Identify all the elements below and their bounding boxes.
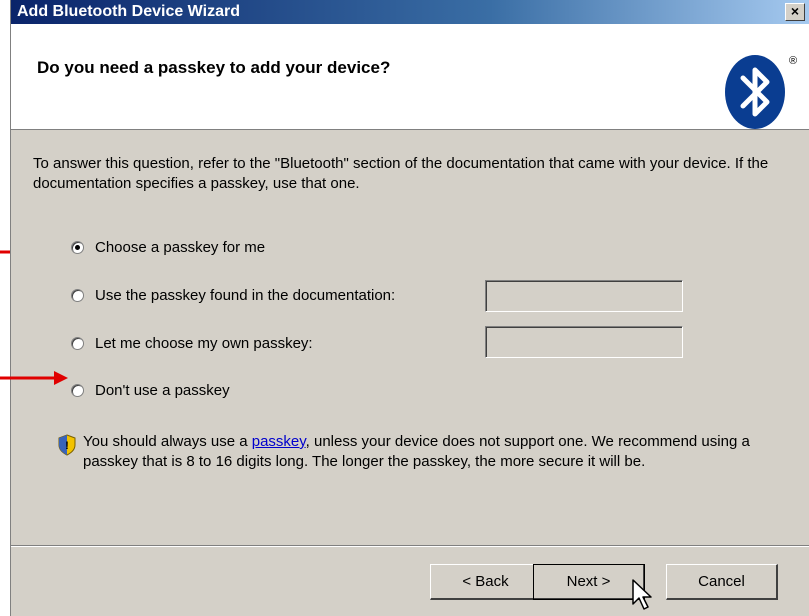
annotation-arrow-2 xyxy=(0,371,68,385)
option-label: Use the passkey found in the documentati… xyxy=(95,286,396,304)
page-title: Do you need a passkey to add your device… xyxy=(37,58,391,77)
mouse-cursor-icon xyxy=(632,579,652,610)
next-button[interactable]: Next > xyxy=(533,564,645,600)
passkey-info: ! You should always use a passkey, unles… xyxy=(57,432,757,472)
radio-button[interactable] xyxy=(71,336,84,350)
option-label: Don't use a passkey xyxy=(95,381,230,399)
info-text-start: You should always use a xyxy=(83,433,252,450)
back-button[interactable]: < Back xyxy=(430,564,542,600)
svg-text:!: ! xyxy=(65,440,69,452)
option-choose-passkey[interactable]: Choose a passkey for me xyxy=(71,235,265,259)
trademark-symbol: ® xyxy=(789,55,797,67)
title-bar: Add Bluetooth Device Wizard × xyxy=(11,0,809,24)
bluetooth-logo-icon: ® xyxy=(725,55,797,129)
window-title: Add Bluetooth Device Wizard xyxy=(17,3,240,20)
close-button[interactable]: × xyxy=(785,3,805,21)
option-label: Choose a passkey for me xyxy=(95,238,266,256)
option-own-passkey[interactable]: Let me choose my own passkey: xyxy=(71,331,313,355)
button-divider xyxy=(11,545,809,547)
wizard-header: Do you need a passkey to add your device… xyxy=(11,24,809,130)
radio-button-checked[interactable] xyxy=(71,240,84,254)
wizard-content: To answer this question, refer to the "B… xyxy=(11,130,809,530)
own-passkey-field[interactable] xyxy=(485,326,683,358)
info-text: You should always use a passkey, unless … xyxy=(83,432,757,472)
security-shield-icon: ! xyxy=(58,434,76,456)
cancel-button[interactable]: Cancel xyxy=(666,564,778,600)
radio-button[interactable] xyxy=(71,383,84,397)
documentation-passkey-field[interactable] xyxy=(485,280,683,312)
passkey-link[interactable]: passkey xyxy=(252,433,306,450)
instructions-text: To answer this question, refer to the "B… xyxy=(33,155,769,192)
option-no-passkey[interactable]: Don't use a passkey xyxy=(71,378,230,402)
wizard-window: Add Bluetooth Device Wizard × Do you nee… xyxy=(10,0,809,616)
option-label: Let me choose my own passkey: xyxy=(95,334,313,352)
option-documentation-passkey[interactable]: Use the passkey found in the documentati… xyxy=(71,283,395,307)
radio-button[interactable] xyxy=(71,288,84,302)
